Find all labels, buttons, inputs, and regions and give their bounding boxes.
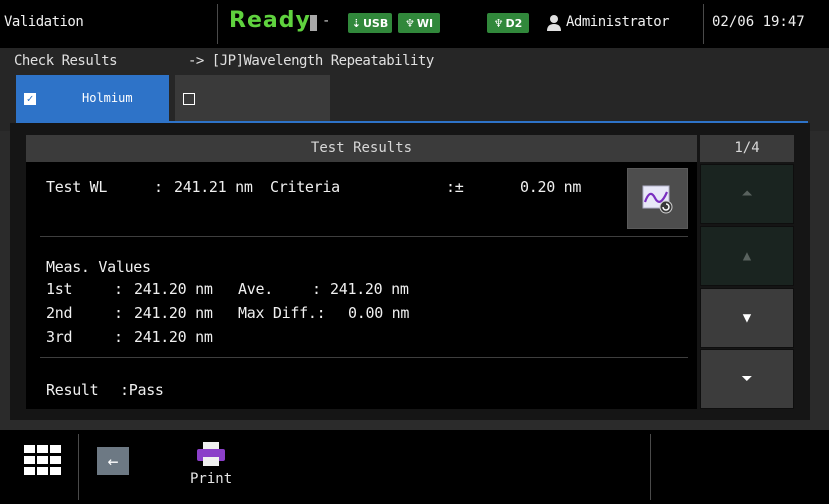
meas-1st-label: 1st xyxy=(46,280,73,298)
result-value: :Pass xyxy=(120,381,164,399)
meas-3rd-separator: : xyxy=(114,328,123,346)
average-value: 241.20 nm xyxy=(330,280,409,298)
up-icon: ▲ xyxy=(742,248,752,264)
status-indicator: - xyxy=(322,13,331,29)
page-indicator: 1/4 xyxy=(700,135,794,162)
divider xyxy=(217,4,218,44)
status-ready: Ready xyxy=(229,8,311,33)
average-label: Ave. xyxy=(238,280,273,298)
test-wl-value: 241.21 nm xyxy=(174,178,253,196)
user-icon xyxy=(547,15,561,31)
max-diff-value: 0.00 nm xyxy=(348,304,410,322)
test-wl-label: Test WL xyxy=(46,178,108,196)
divider xyxy=(78,434,79,500)
last-page-button[interactable]: ⏷ xyxy=(700,349,794,409)
test-wl-separator: : xyxy=(154,178,163,196)
grid-icon xyxy=(24,445,61,475)
test-name: -> [JP]Wavelength Repeatability xyxy=(188,53,434,69)
usb-icon: ⇣ xyxy=(351,16,361,30)
first-page-button[interactable]: ⏶ xyxy=(700,164,794,224)
battery-icon xyxy=(310,15,317,31)
usb-chip: ⇣ USB xyxy=(348,13,392,33)
d2-lamp-chip: ♆ D2 xyxy=(487,13,529,33)
graph-button[interactable] xyxy=(627,168,688,229)
checkbox-icon xyxy=(183,93,195,105)
spectrum-graph-icon xyxy=(642,185,672,213)
down-icon: ▼ xyxy=(742,310,752,326)
datetime: 02/06 19:47 xyxy=(712,14,805,30)
divider xyxy=(40,236,688,237)
double-down-icon: ⏷ xyxy=(741,371,753,387)
next-page-button[interactable]: ▼ xyxy=(700,288,794,348)
section-title: Check Results xyxy=(14,53,118,69)
printer-icon[interactable] xyxy=(196,441,226,467)
menu-grid-button[interactable] xyxy=(24,445,62,475)
user-name: Administrator xyxy=(566,14,670,30)
criteria-value: 0.20 nm xyxy=(520,178,582,196)
result-label: Result xyxy=(46,381,99,399)
tab-empty[interactable] xyxy=(175,75,330,121)
prev-page-button[interactable]: ▲ xyxy=(700,226,794,286)
wi-lamp-chip: ♆ WI xyxy=(398,13,440,33)
meas-values-title: Meas. Values xyxy=(46,258,151,276)
meas-2nd-value: 241.20 nm xyxy=(134,304,213,322)
max-diff-label: Max Diff.: xyxy=(238,304,326,322)
results-title: Test Results xyxy=(26,135,697,162)
print-button[interactable]: Print xyxy=(190,471,232,487)
meas-2nd-label: 2nd xyxy=(46,304,73,322)
criteria-label: Criteria xyxy=(270,178,340,196)
back-button[interactable]: ← xyxy=(97,447,129,475)
tab-holmium[interactable]: ✓ Holmium xyxy=(16,75,169,121)
average-separator: : xyxy=(312,280,321,298)
divider xyxy=(703,4,704,44)
double-up-icon: ⏶ xyxy=(741,186,753,202)
divider xyxy=(650,434,651,500)
app-title: Validation xyxy=(4,14,84,30)
meas-2nd-separator: : xyxy=(114,304,123,322)
tab-label: Holmium xyxy=(82,91,133,105)
meas-3rd-value: 241.20 nm xyxy=(134,328,213,346)
arrow-left-icon: ← xyxy=(107,450,119,472)
meas-1st-value: 241.20 nm xyxy=(134,280,213,298)
check-icon: ✓ xyxy=(24,93,36,105)
criteria-separator: :± xyxy=(446,178,464,196)
lamp-icon: ♆ xyxy=(404,16,415,30)
divider xyxy=(40,357,688,358)
meas-3rd-label: 3rd xyxy=(46,328,73,346)
lamp-icon: ♆ xyxy=(493,16,504,30)
meas-1st-separator: : xyxy=(114,280,123,298)
